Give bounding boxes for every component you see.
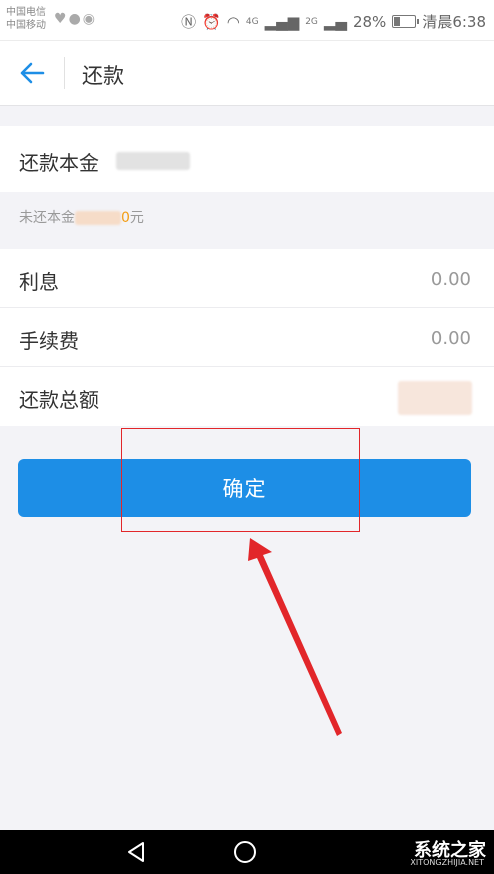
annotation-arrow	[248, 538, 342, 736]
back-nav-icon[interactable]	[124, 840, 148, 864]
home-nav-icon[interactable]	[233, 840, 257, 864]
watermark-url: XITONGZHIJIA.NET	[410, 858, 484, 867]
system-nav-bar: 系统之家 XITONGZHIJIA.NET	[0, 830, 494, 874]
